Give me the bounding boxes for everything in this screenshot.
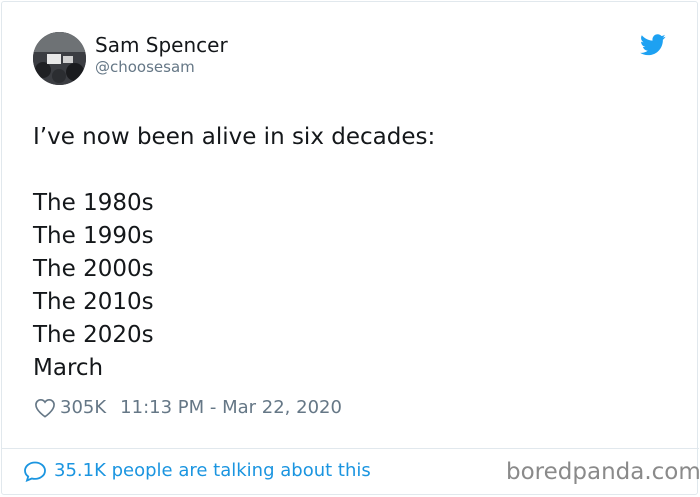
tweet-text: I’ve now been alive in six decades: The … — [33, 124, 436, 381]
like-count[interactable]: 305K — [60, 396, 106, 420]
conversation-link[interactable]: 35.1K people are talking about this — [23, 459, 371, 483]
author-name[interactable]: Sam Spencer — [95, 33, 228, 57]
twitter-bird-icon[interactable] — [640, 34, 666, 56]
speech-bubble-icon — [24, 461, 46, 482]
heart-icon[interactable] — [34, 398, 56, 418]
avatar[interactable] — [33, 32, 86, 85]
conversation-text[interactable]: 35.1K people are talking about this — [54, 459, 371, 483]
tweet-timestamp[interactable]: 11:13 PM - Mar 22, 2020 — [120, 396, 342, 420]
avatar-photo-icon — [33, 32, 86, 85]
watermark: boredpanda.com — [506, 459, 700, 485]
author-handle[interactable]: @choosesam — [95, 58, 195, 76]
tweet-meta: 305K 11:13 PM - Mar 22, 2020 — [34, 396, 342, 420]
divider — [1, 448, 699, 449]
